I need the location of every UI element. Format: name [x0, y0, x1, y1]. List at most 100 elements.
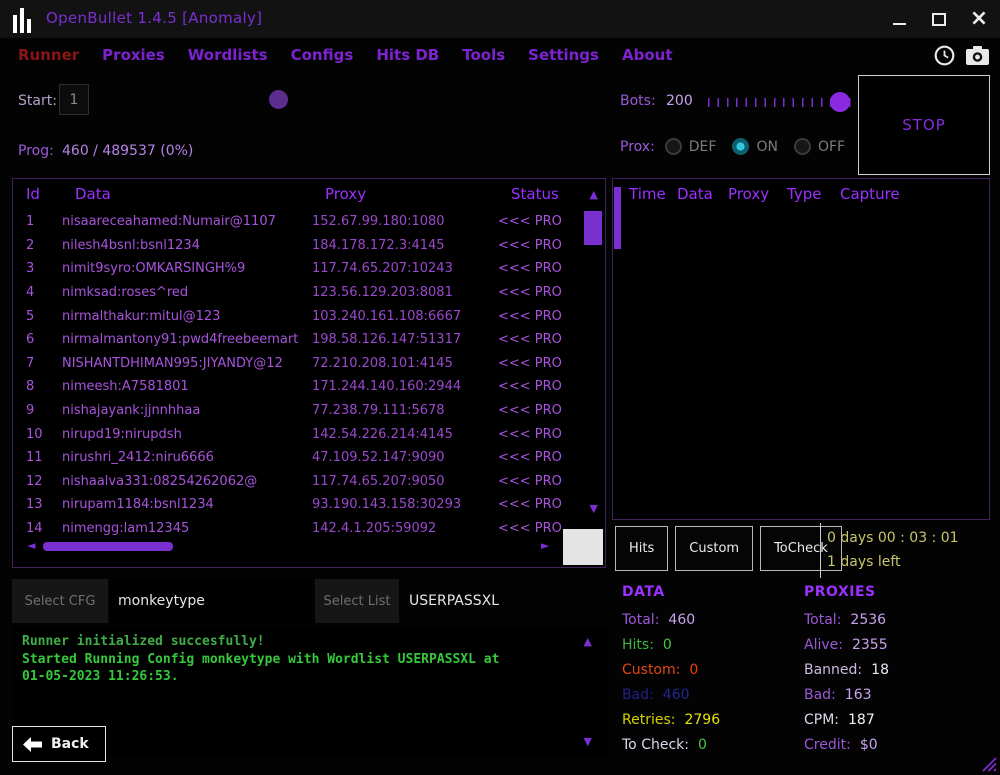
scroll-up-arrow[interactable]: ▲ [590, 189, 598, 200]
table-row[interactable]: 8 nimeesh:A7581801 171.244.140.160:2944 … [13, 375, 577, 399]
start-input[interactable] [59, 84, 89, 115]
cell-data: nishaalva331:08254262062@ [62, 474, 312, 489]
prox-label: Prox: [620, 139, 655, 155]
cell-status: <<< PRO [498, 450, 577, 465]
stat-label: Custom: [622, 662, 680, 678]
window-title: OpenBullet 1.4.5 [Anomaly] [46, 9, 262, 27]
menu-item[interactable]: Configs [291, 46, 354, 64]
menu-item[interactable]: About [622, 46, 673, 64]
table-row[interactable]: 6 nirmalmantony91:pwd4freebeemart 198.58… [13, 328, 577, 352]
column-header-proxy[interactable]: Proxy [325, 185, 366, 203]
prox-on-label: ON [756, 139, 778, 155]
stop-button[interactable]: STOP [858, 75, 990, 175]
scroll-down-arrow[interactable]: ▼ [590, 503, 598, 514]
cell-status: <<< PRO [498, 379, 577, 394]
cell-data: nilesh4bsnl:bsnl1234 [62, 238, 312, 253]
menu-item[interactable]: Settings [528, 46, 599, 64]
stat-value: 163 [845, 687, 872, 703]
scroll-left-arrow[interactable]: ◄ [27, 540, 35, 551]
proxy-mode-group: Prox: DEF ON OFF [620, 138, 854, 155]
cell-status: <<< PRO [498, 497, 577, 512]
screenshot-camera-icon[interactable] [965, 45, 990, 66]
cell-data: nimit9syro:OMKARSINGH%9 [62, 261, 312, 276]
selected-wordlist-value[interactable]: USERPASSXL [401, 579, 607, 623]
table-row[interactable]: 3 nimit9syro:OMKARSINGH%9 117.74.65.207:… [13, 257, 577, 281]
stat-row: To Check: 0 [622, 732, 720, 757]
table-row[interactable]: 4 nimksad:roses^red 123.56.129.203:8081 … [13, 281, 577, 305]
cell-data: nirupam1184:bsnl1234 [62, 497, 312, 512]
log-scroll-down-arrow[interactable]: ▼ [584, 736, 592, 747]
cell-data: nisaareceahamed:Numair@1107 [62, 214, 312, 229]
prox-def-radio[interactable] [665, 138, 682, 155]
menu-item[interactable]: Tools [462, 46, 505, 64]
cell-id: 7 [13, 356, 62, 371]
stat-value: 0 [663, 637, 672, 653]
menu-item[interactable]: Proxies [102, 46, 165, 64]
maximize-button[interactable] [930, 10, 948, 28]
log-scroll-up-arrow[interactable]: ▲ [584, 636, 592, 647]
column-header-hit-data[interactable]: Data [677, 185, 713, 203]
cell-data: nimksad:roses^red [62, 285, 312, 300]
cell-proxy: 47.109.52.147:9090 [312, 450, 498, 465]
select-wordlist-button[interactable]: Select List [315, 579, 399, 623]
cell-status: <<< PRO [498, 427, 577, 442]
table-row[interactable]: 9 nishajayank:jjnnhhaa 77.238.79.111:567… [13, 399, 577, 423]
hits-tab[interactable]: Hits [615, 526, 668, 571]
cell-data: nimengg:lam12345 [62, 521, 312, 536]
column-header-type[interactable]: Type [787, 185, 821, 203]
table-row[interactable]: 11 nirushri_2412:niru6666 47.109.52.147:… [13, 446, 577, 470]
runner-controls: Start: Bots: 200 STOP Prog: 460 / 489537… [0, 74, 1000, 178]
select-config-button[interactable]: Select CFG [12, 579, 108, 623]
table-row[interactable]: 12 nishaalva331:08254262062@ 117.74.65.2… [13, 470, 577, 494]
column-header-status[interactable]: Status [511, 185, 559, 203]
scroll-right-arrow[interactable]: ► [541, 540, 549, 551]
hits-tab[interactable]: Custom [675, 526, 753, 571]
prox-on-radio[interactable] [732, 138, 749, 155]
bots-slider-thumb[interactable] [830, 92, 850, 112]
cell-id: 2 [13, 238, 62, 253]
bots-slider[interactable] [706, 87, 858, 117]
menu-item[interactable]: Hits DB [376, 46, 439, 64]
vertical-scrollbar-thumb[interactable] [584, 211, 602, 245]
hits-scrollbar-thumb[interactable] [614, 187, 621, 249]
prox-off-radio[interactable] [794, 138, 811, 155]
cell-proxy: 123.56.129.203:8081 [312, 285, 498, 300]
cell-id: 4 [13, 285, 62, 300]
cell-data: nirushri_2412:niru6666 [62, 450, 312, 465]
table-row[interactable]: 7 NISHANTDHIMAN995:JIYANDY@12 72.210.208… [13, 352, 577, 376]
stat-value: 2796 [684, 712, 720, 728]
cell-status: <<< PRO [498, 214, 577, 229]
resize-grip-icon[interactable] [982, 757, 997, 772]
minimize-button[interactable] [890, 10, 908, 28]
data-stats: Total: 460 Hits: 0 Custom: 0 Bad: 460 [622, 607, 720, 757]
menu-item[interactable]: Wordlists [188, 46, 268, 64]
stat-label: Bad: [622, 687, 654, 703]
table-row[interactable]: 13 nirupam1184:bsnl1234 93.190.143.158:3… [13, 493, 577, 517]
close-button[interactable]: × [970, 10, 988, 28]
table-row[interactable]: 1 nisaareceahamed:Numair@1107 152.67.99.… [13, 210, 577, 234]
table-row[interactable]: 10 nirupd19:nirupdsh 142.54.226.214:4145… [13, 422, 577, 446]
stat-row: Bad: 460 [622, 682, 720, 707]
table-row[interactable]: 2 nilesh4bsnl:bsnl1234 184.178.172.3:414… [13, 234, 577, 258]
horizontal-scrollbar-thumb[interactable] [43, 542, 173, 551]
table-row[interactable]: 5 nirmalthakur:mitul@123 103.240.161.108… [13, 304, 577, 328]
column-header-time[interactable]: Time [629, 185, 666, 203]
cell-status: <<< PRO [498, 285, 577, 300]
selected-config-value[interactable]: monkeytype [110, 579, 312, 623]
cell-id: 5 [13, 309, 62, 324]
menu-icons [933, 44, 990, 67]
column-header-id[interactable]: Id [26, 185, 40, 203]
table-row[interactable]: 14 nimengg:lam12345 142.4.1.205:59092 <<… [13, 517, 577, 541]
start-label: Start: [18, 93, 57, 109]
history-clock-icon[interactable] [933, 44, 956, 67]
cell-status: <<< PRO [498, 261, 577, 276]
menu-item[interactable]: Runner [18, 46, 79, 64]
tabs-divider [820, 523, 821, 578]
column-header-data[interactable]: Data [75, 185, 111, 203]
column-header-hit-proxy[interactable]: Proxy [728, 185, 769, 203]
cell-status: <<< PRO [498, 403, 577, 418]
back-button[interactable]: Back [12, 726, 106, 762]
run-indicator[interactable] [269, 90, 288, 109]
cell-data: nirmalmantony91:pwd4freebeemart [62, 332, 312, 347]
column-header-capture[interactable]: Capture [840, 185, 900, 203]
